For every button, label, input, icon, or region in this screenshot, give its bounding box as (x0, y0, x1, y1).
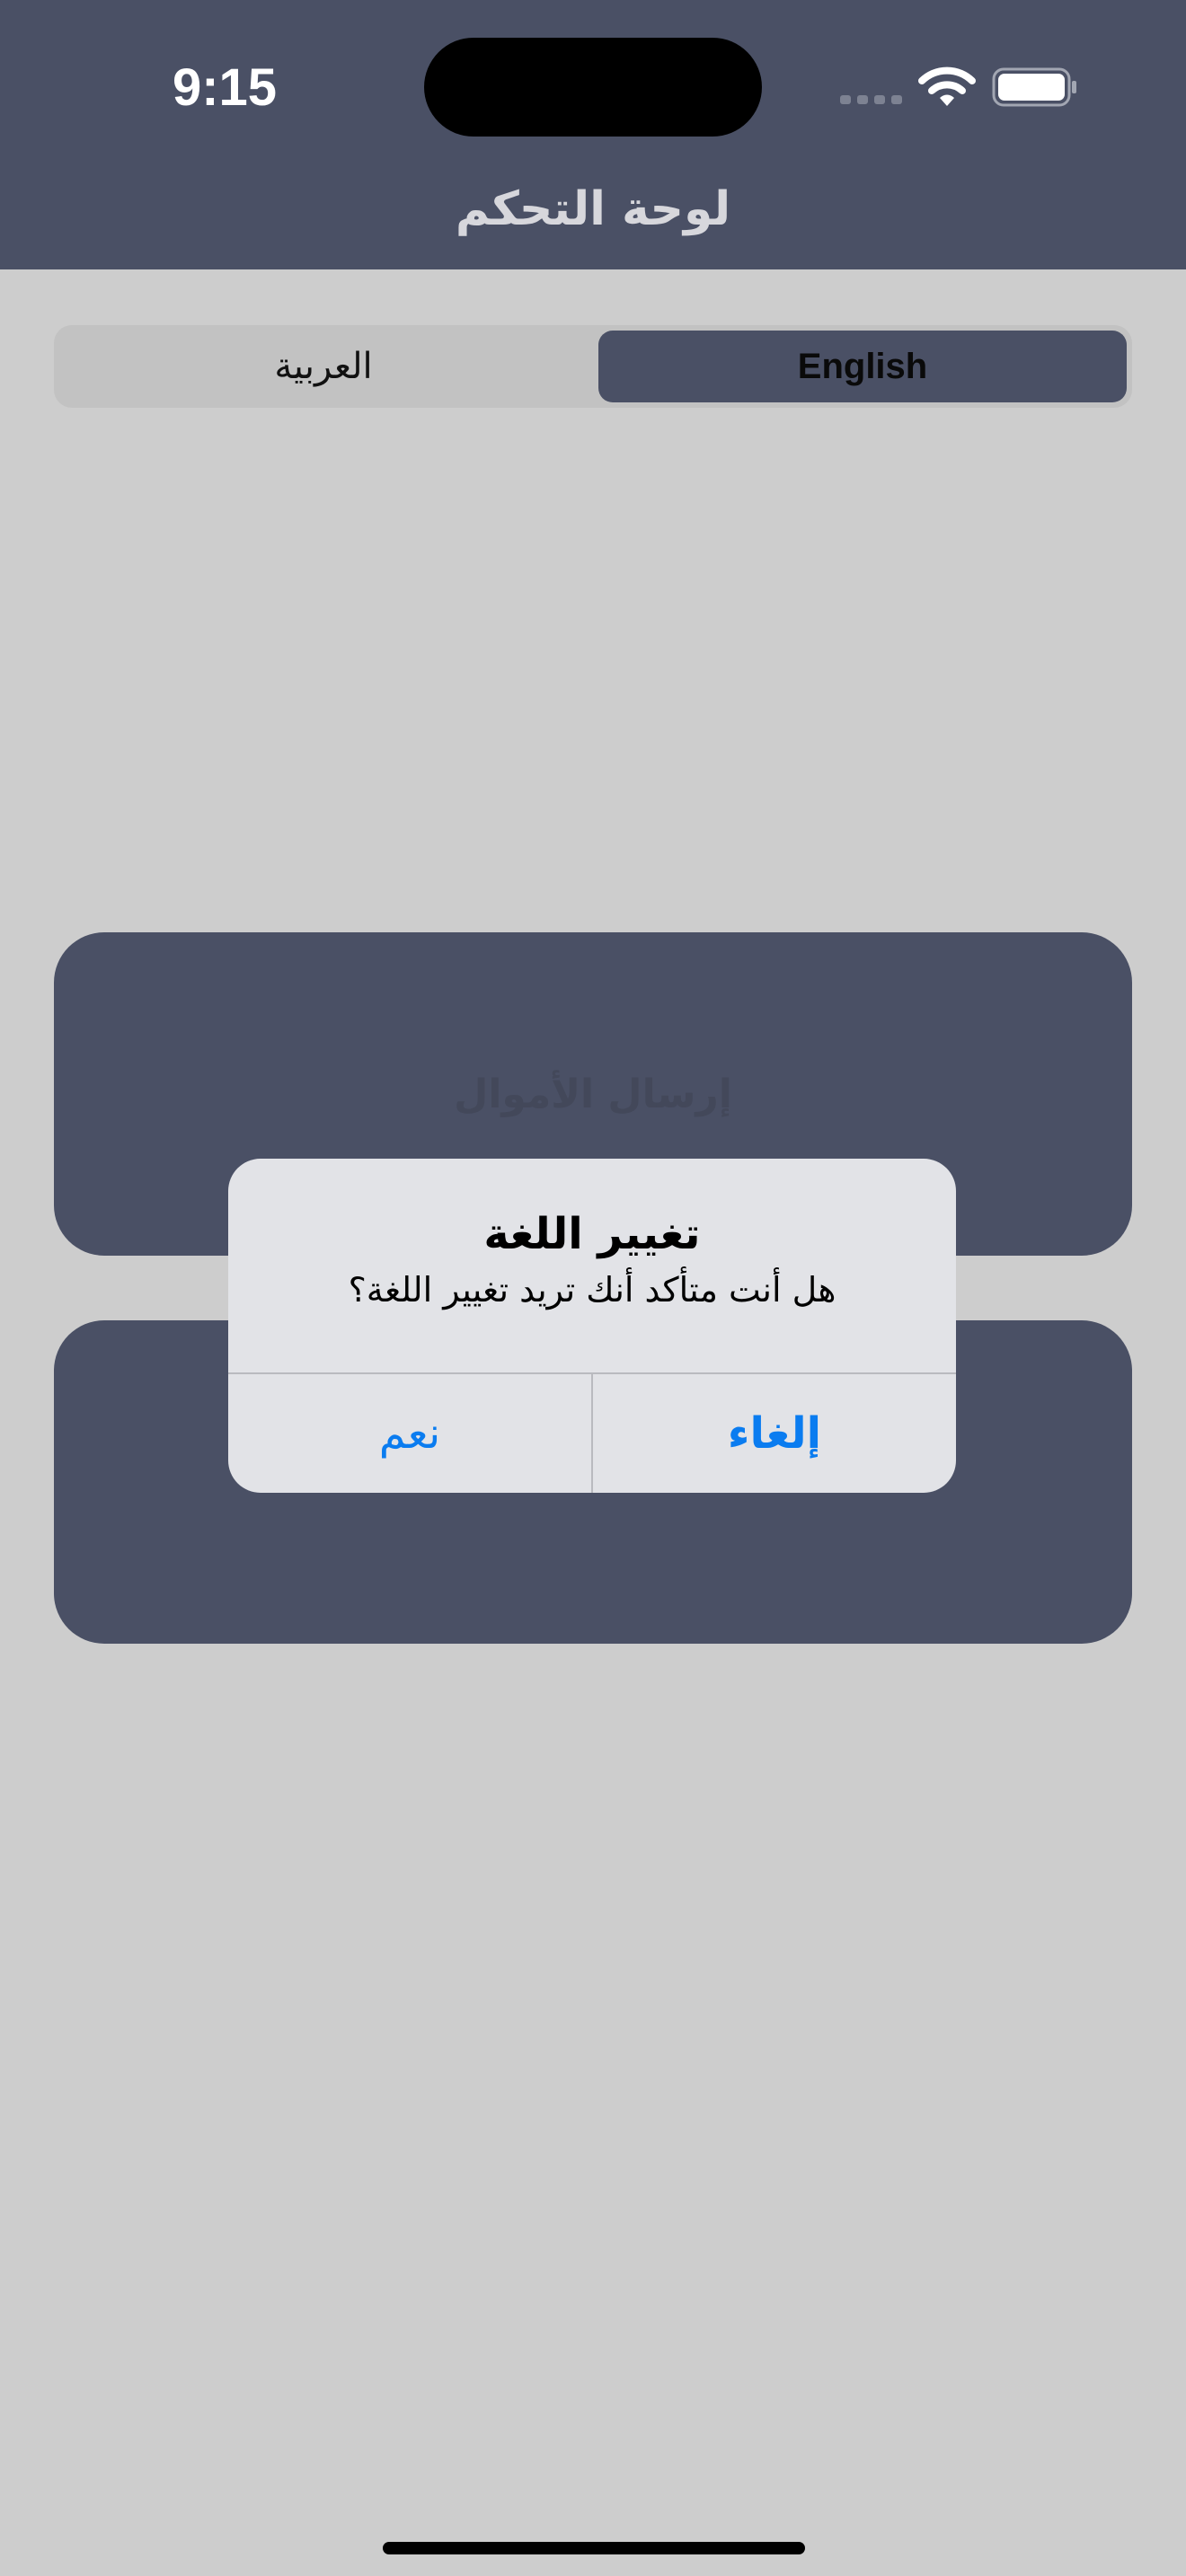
status-time: 9:15 (172, 58, 278, 117)
change-language-dialog: تغيير اللغة هل أنت متأكد أنك تريد تغيير … (228, 1159, 956, 1493)
battery-icon (992, 67, 1076, 107)
confirm-button[interactable]: نعم (228, 1374, 591, 1493)
send-money-label: إرسال الأموال (454, 1071, 732, 1117)
language-segmented-control[interactable]: العربية English (54, 325, 1132, 408)
segment-english[interactable]: English (598, 331, 1127, 402)
dialog-message: هل أنت متأكد أنك تريد تغيير اللغة؟ (348, 1270, 836, 1310)
page-title: لوحة التحكم (455, 182, 731, 236)
home-indicator[interactable] (383, 2542, 805, 2554)
dialog-title: تغيير اللغة (483, 1209, 701, 1259)
cancel-button[interactable]: إلغاء (593, 1374, 956, 1493)
navigation-bar: 9:15 لوحة التحكم (0, 0, 1186, 269)
cellular-signal-icon (840, 95, 902, 104)
dynamic-island (424, 38, 762, 137)
wifi-icon (918, 66, 976, 106)
segment-arabic[interactable]: العربية (54, 325, 593, 408)
